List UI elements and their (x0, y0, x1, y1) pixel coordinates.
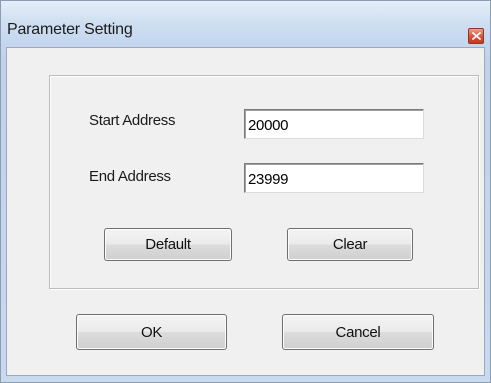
start-address-label: Start Address (89, 112, 176, 129)
dialog-window: Parameter Setting Start Address 20000 En… (0, 0, 491, 383)
dialog-body: Start Address 20000 End Address 23999 De… (6, 47, 485, 376)
close-icon (471, 32, 481, 40)
address-groupbox: Start Address 20000 End Address 23999 De… (49, 75, 479, 289)
close-button[interactable] (468, 28, 484, 44)
start-address-input[interactable]: 20000 (244, 109, 424, 139)
default-button[interactable]: Default (104, 228, 232, 261)
cancel-button[interactable]: Cancel (282, 314, 434, 350)
title-bar[interactable]: Parameter Setting (1, 1, 490, 45)
end-address-input[interactable]: 23999 (244, 163, 424, 193)
ok-button[interactable]: OK (76, 314, 227, 350)
window-title: Parameter Setting (7, 21, 133, 38)
end-address-label: End Address (89, 168, 171, 185)
clear-button[interactable]: Clear (287, 228, 413, 261)
